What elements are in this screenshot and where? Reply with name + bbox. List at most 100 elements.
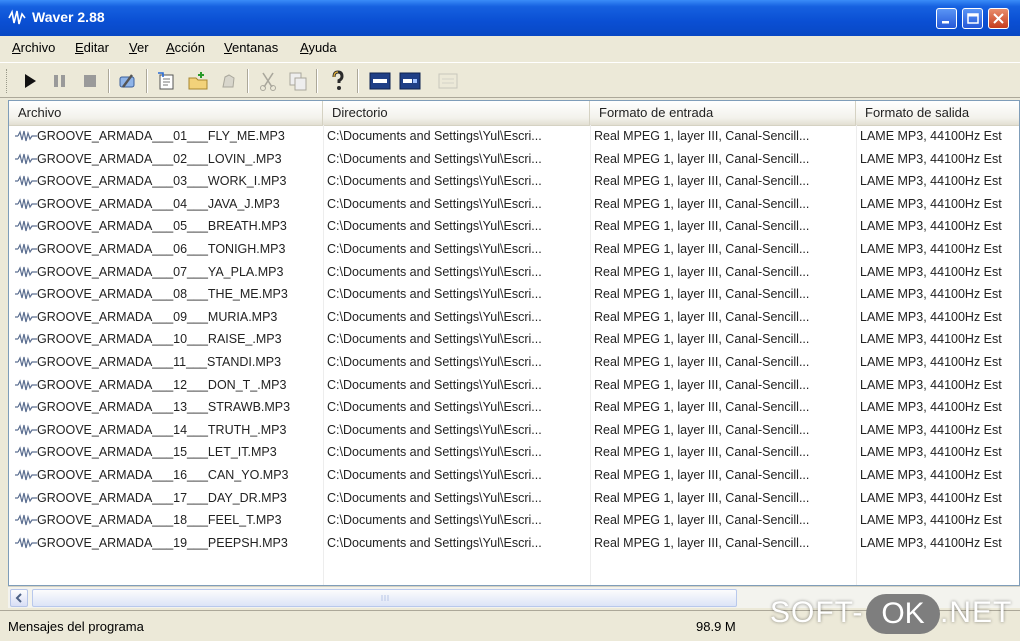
cell-directorio: C:\Documents and Settings\Yul\Escri... [327, 129, 542, 143]
toolbar-separator [146, 69, 148, 93]
table-row[interactable]: GROOVE_ARMADA___18___FEEL_T.MP3 C:\Docume… [9, 509, 1019, 532]
cell-archivo: GROOVE_ARMADA___05___BREATH.MP3 [37, 219, 287, 234]
menu-ayuda[interactable]: Ayuda [300, 40, 337, 55]
cell-formato-salida: LAME MP3, 44100Hz Est [860, 264, 1002, 279]
table-row[interactable]: GROOVE_ARMADA___05___BREATH.MP3 C:\Docume… [9, 215, 1019, 238]
table-row[interactable]: GROOVE_ARMADA___16___CAN_YO.MP3 C:\Docume… [9, 464, 1019, 487]
column-header-archivo[interactable]: Archivo [9, 101, 323, 125]
cell-archivo: GROOVE_ARMADA___13___STRAWB.MP3 [37, 400, 291, 415]
column-header-directorio[interactable]: Directorio [323, 101, 590, 125]
cell-directorio: C:\Documents and Settings\Yul\Escri... [327, 355, 542, 369]
cell-formato-entrada: Real MPEG 1, layer III, Canal-Sencill... [594, 468, 810, 482]
cell-formato-entrada: Real MPEG 1, layer III, Canal-Sencill... [594, 242, 810, 256]
help-icon[interactable] [326, 69, 350, 93]
close-button[interactable] [988, 8, 1009, 29]
view-details-icon[interactable] [398, 69, 422, 93]
minimize-button[interactable] [936, 8, 957, 29]
menu-ventanas[interactable]: Ventanas [224, 40, 278, 55]
cell-archivo: GROOVE_ARMADA___12___DON_T_.MP3 [37, 377, 287, 392]
cut-icon[interactable] [256, 69, 280, 93]
column-header-formato-entrada[interactable]: Formato de entrada [590, 101, 856, 125]
cell-archivo: GROOVE_ARMADA___11___STANDI.MP3 [37, 355, 282, 369]
cell-archivo: GROOVE_ARMADA___19___PEEPSH.MP3 [37, 535, 288, 550]
cell-formato-entrada: Real MPEG 1, layer III, Canal-Sencill... [594, 490, 810, 505]
pause-icon[interactable] [48, 69, 72, 93]
grip-icon [381, 595, 389, 601]
toolbar-separator [316, 69, 318, 93]
stop-icon[interactable] [78, 69, 102, 93]
audio-wave-icon [15, 311, 37, 322]
settings-wrench-icon[interactable] [116, 69, 140, 93]
status-size: 98.9 M [696, 619, 736, 634]
add-folder-icon[interactable] [186, 69, 210, 93]
table-row[interactable]: GROOVE_ARMADA___13___STRAWB.MP3 C:\Docume… [9, 396, 1019, 419]
cell-formato-entrada: Real MPEG 1, layer III, Canal-Sencill... [594, 445, 810, 460]
cell-archivo: GROOVE_ARMADA___18___FEEL_T.MP3 [37, 513, 282, 528]
cell-archivo: GROOVE_ARMADA___15___LET_IT.MP3 [37, 445, 277, 460]
menu-archivo[interactable]: Archivo [12, 40, 55, 55]
maximize-button[interactable] [962, 8, 983, 29]
cell-directorio: C:\Documents and Settings\Yul\Escri... [327, 242, 542, 256]
cell-archivo: GROOVE_ARMADA___08___THE_ME.MP3 [37, 287, 288, 302]
audio-wave-icon [15, 333, 37, 345]
table-row[interactable]: GROOVE_ARMADA___07___YA_PLA.MP3 C:\Docume… [9, 261, 1019, 284]
table-row[interactable]: GROOVE_ARMADA___11___STANDI.MP3 C:\Docume… [9, 351, 1019, 374]
view-list-icon[interactable] [368, 69, 392, 93]
cell-formato-salida: LAME MP3, 44100Hz Est [860, 535, 1002, 550]
audio-wave-icon [15, 424, 37, 435]
cell-directorio: C:\Documents and Settings\Yul\Escri... [327, 468, 542, 482]
add-files-icon[interactable] [155, 69, 179, 93]
table-row[interactable]: GROOVE_ARMADA___04___JAVA_J.MP3 C:\Docume… [9, 193, 1019, 216]
cell-formato-entrada: Real MPEG 1, layer III, Canal-Sencill... [594, 355, 810, 369]
cell-formato-salida: LAME MP3, 44100Hz Est [860, 129, 1002, 143]
cell-formato-salida: LAME MP3, 44100Hz Est [860, 151, 1002, 166]
table-row[interactable]: GROOVE_ARMADA___15___LET_IT.MP3 C:\Docume… [9, 441, 1019, 464]
table-row[interactable]: GROOVE_ARMADA___02___LOVIN_.MP3 C:\Docume… [9, 148, 1019, 171]
table-row[interactable]: GROOVE_ARMADA___19___PEEPSH.MP3 C:\Docume… [9, 532, 1019, 555]
cell-formato-entrada: Real MPEG 1, layer III, Canal-Sencill... [594, 196, 810, 211]
cell-archivo: GROOVE_ARMADA___03___WORK_I.MP3 [37, 174, 287, 189]
scroll-thumb[interactable] [32, 589, 737, 607]
cell-directorio: C:\Documents and Settings\Yul\Escri... [327, 422, 542, 437]
table-row[interactable]: GROOVE_ARMADA___17___DAY_DR.MP3 C:\Docume… [9, 487, 1019, 510]
audio-wave-icon [15, 220, 37, 232]
table-row[interactable]: GROOVE_ARMADA___03___WORK_I.MP3 C:\Docume… [9, 170, 1019, 193]
column-header-formato-salida[interactable]: Formato de salida [856, 101, 1019, 125]
table-row[interactable]: GROOVE_ARMADA___12___DON_T_.MP3 C:\Docume… [9, 374, 1019, 397]
table-row[interactable]: GROOVE_ARMADA___14___TRUTH_.MP3 C:\Docume… [9, 419, 1019, 442]
table-row[interactable]: GROOVE_ARMADA___09___MURIA.MP3 C:\Documen… [9, 306, 1019, 329]
view-disabled-icon[interactable] [436, 69, 460, 93]
scroll-left-button[interactable] [10, 589, 28, 607]
cell-archivo: GROOVE_ARMADA___02___LOVIN_.MP3 [37, 151, 282, 166]
audio-wave-icon [15, 152, 37, 164]
cell-directorio: C:\Documents and Settings\Yul\Escri... [327, 264, 542, 279]
toolbar-separator [247, 69, 249, 93]
table-row[interactable]: GROOVE_ARMADA___10___RAISE_.MP3 C:\Docume… [9, 328, 1019, 351]
status-message: Mensajes del programa [8, 619, 144, 634]
cell-directorio: C:\Documents and Settings\Yul\Escri... [327, 151, 542, 166]
menu-accion[interactable]: Acción [166, 40, 205, 55]
cell-formato-entrada: Real MPEG 1, layer III, Canal-Sencill... [594, 535, 810, 550]
cell-archivo: GROOVE_ARMADA___06___TONIGH.MP3 [37, 242, 286, 256]
cell-formato-salida: LAME MP3, 44100Hz Est [860, 332, 1002, 347]
copy-icon[interactable] [286, 69, 310, 93]
cell-directorio: C:\Documents and Settings\Yul\Escri... [327, 332, 542, 347]
menu-ver[interactable]: Ver [129, 40, 149, 55]
cell-archivo: GROOVE_ARMADA___14___TRUTH_.MP3 [37, 422, 287, 437]
title-bar[interactable]: Waver 2.88 [0, 0, 1020, 36]
clear-icon[interactable] [217, 69, 241, 93]
cell-formato-salida: LAME MP3, 44100Hz Est [860, 242, 1002, 256]
table-row[interactable]: GROOVE_ARMADA___08___THE_ME.MP3 C:\Docume… [9, 283, 1019, 306]
table-row[interactable]: GROOVE_ARMADA___06___TONIGH.MP3 C:\Docume… [9, 238, 1019, 261]
menu-editar[interactable]: Editar [75, 40, 109, 55]
cell-formato-entrada: Real MPEG 1, layer III, Canal-Sencill... [594, 287, 810, 302]
table-row[interactable]: GROOVE_ARMADA___01___FLY_ME.MP3 C:\Docume… [9, 125, 1019, 148]
cell-formato-entrada: Real MPEG 1, layer III, Canal-Sencill... [594, 377, 810, 392]
watermark-pill: OK [866, 594, 940, 634]
cell-archivo: GROOVE_ARMADA___07___YA_PLA.MP3 [37, 264, 284, 279]
window-title: Waver 2.88 [32, 9, 105, 25]
file-list[interactable]: Archivo Directorio Formato de entrada Fo… [8, 100, 1020, 586]
toolbar-separator [108, 69, 110, 93]
toolbar-grip[interactable] [6, 69, 10, 93]
play-icon[interactable] [18, 69, 42, 93]
